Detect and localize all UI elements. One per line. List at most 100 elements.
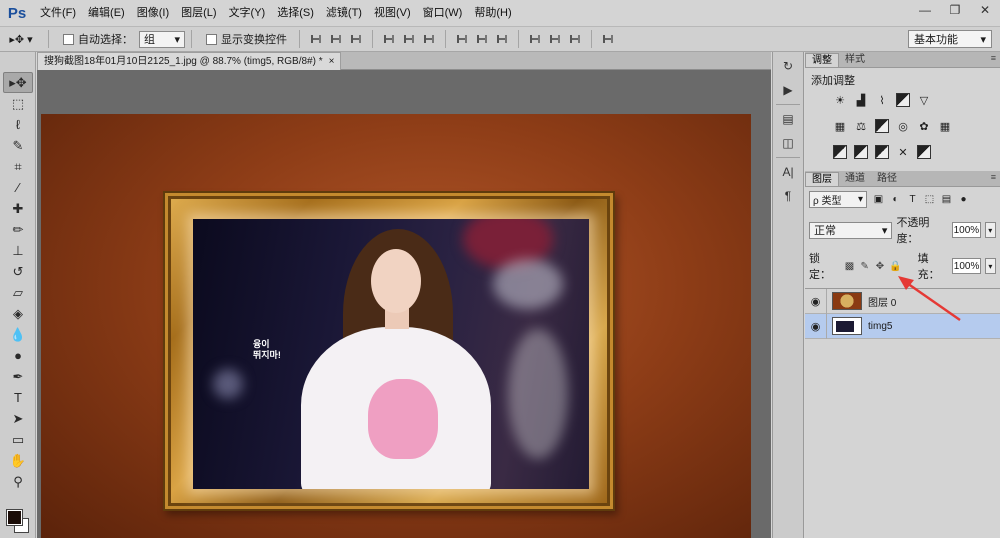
exposure-icon[interactable] <box>896 93 910 107</box>
tab-styles[interactable]: 样式 <box>839 53 871 67</box>
close-tab-icon[interactable]: × <box>329 53 335 70</box>
menu-file[interactable]: 文件(F) <box>34 0 82 27</box>
healing-brush-tool-icon[interactable]: ✚ <box>3 198 33 219</box>
menu-type[interactable]: 文字(Y) <box>223 0 272 27</box>
tab-adjustments[interactable]: 调整 <box>805 53 839 67</box>
levels-icon[interactable]: ▟ <box>854 93 868 107</box>
tab-paths[interactable]: 路径 <box>871 172 903 186</box>
hand-tool-icon[interactable]: ✋ <box>3 450 33 471</box>
quick-select-tool-icon[interactable]: ✎ <box>3 135 33 156</box>
adjustment-filter-icon[interactable]: ◐ <box>890 194 901 205</box>
foreground-color-swatch[interactable] <box>6 509 23 526</box>
eye-icon[interactable]: ◉ <box>805 288 827 314</box>
layer-comps-icon[interactable]: ▤ <box>777 109 799 129</box>
tab-channels[interactable]: 通道 <box>839 172 871 186</box>
align-hcenter-icon[interactable] <box>402 32 416 46</box>
align-vcenter-icon[interactable] <box>329 32 343 46</box>
minimize-button[interactable]: — <box>910 0 940 20</box>
opacity-field[interactable]: 100% <box>952 222 981 238</box>
distribute-vcenter-icon[interactable] <box>475 32 489 46</box>
color-lookup-icon[interactable]: ▦ <box>938 119 952 133</box>
lasso-tool-icon[interactable]: ℓ <box>3 114 33 135</box>
posterize-icon[interactable] <box>854 145 868 159</box>
crop-tool-icon[interactable]: ⌗ <box>3 156 33 177</box>
menu-select[interactable]: 选择(S) <box>271 0 320 27</box>
panel-menu-icon[interactable]: ≡ <box>991 53 996 63</box>
move-tool-preset-icon[interactable]: ▸✥ ▾ <box>0 29 42 50</box>
hue-saturation-icon[interactable]: ▦ <box>833 119 847 133</box>
photo-filter-icon[interactable]: ◎ <box>896 119 910 133</box>
auto-select-checkbox[interactable] <box>63 33 74 45</box>
invert-icon[interactable] <box>833 145 847 159</box>
align-left-icon[interactable] <box>382 32 396 46</box>
show-transform-checkbox[interactable] <box>206 33 217 45</box>
paragraph-icon[interactable]: ¶ <box>777 186 799 206</box>
filter-kind-dropdown[interactable]: ρ 类型 ▾ <box>809 191 867 208</box>
history-icon[interactable]: ↻ <box>777 56 799 76</box>
distribute-right-icon[interactable] <box>568 32 582 46</box>
tab-layers[interactable]: 图层 <box>805 172 839 186</box>
distribute-hcenter-icon[interactable] <box>548 32 562 46</box>
close-button[interactable]: ✕ <box>970 0 1000 20</box>
opacity-slider-toggle[interactable]: ▾ <box>984 222 996 238</box>
type-filter-icon[interactable]: T <box>907 194 918 205</box>
eye-icon[interactable]: ◉ <box>805 313 827 339</box>
restore-button[interactable]: ❐ <box>940 0 970 20</box>
pixel-filter-icon[interactable]: ▣ <box>873 194 884 205</box>
menu-view[interactable]: 视图(V) <box>368 0 417 27</box>
pen-tool-icon[interactable]: ✒ <box>3 366 33 387</box>
curves-icon[interactable]: ⌇ <box>875 93 889 107</box>
distribute-left-icon[interactable] <box>528 32 542 46</box>
fill-slider-toggle[interactable]: ▾ <box>984 258 997 274</box>
menu-layer[interactable]: 图层(L) <box>175 0 222 27</box>
align-bottom-icon[interactable] <box>349 32 363 46</box>
eraser-tool-icon[interactable]: ▱ <box>3 282 33 303</box>
panel-menu-icon[interactable]: ≡ <box>991 172 996 182</box>
clone-stamp-tool-icon[interactable]: ⊥ <box>3 240 33 261</box>
menu-filter[interactable]: 滤镜(T) <box>320 0 368 27</box>
smart-object-filter-icon[interactable]: ▤ <box>941 194 952 205</box>
history-brush-tool-icon[interactable]: ↺ <box>3 261 33 282</box>
shape-tool-icon[interactable]: ▭ <box>3 429 33 450</box>
color-balance-icon[interactable]: ⚖ <box>854 119 868 133</box>
paint-bucket-tool-icon[interactable]: ◈ <box>3 303 33 324</box>
shape-filter-icon[interactable]: ⬚ <box>924 194 935 205</box>
distribute-bottom-icon[interactable] <box>495 32 509 46</box>
menu-image[interactable]: 图像(I) <box>131 0 175 27</box>
dodge-tool-icon[interactable]: ● <box>3 345 33 366</box>
canvas[interactable]: 융이 뛰지마! <box>41 114 751 538</box>
filter-toggle-icon[interactable]: ● <box>958 194 969 205</box>
document-tab[interactable]: 搜狗截图18年01月10日2125_1.jpg @ 88.7% (timg5, … <box>37 52 342 70</box>
menu-help[interactable]: 帮助(H) <box>468 0 517 27</box>
character-icon[interactable]: A| <box>777 162 799 182</box>
align-top-icon[interactable] <box>309 32 323 46</box>
gradient-map-icon[interactable]: ✕ <box>896 145 910 159</box>
vibrance-icon[interactable]: ▽ <box>917 93 931 107</box>
zoom-tool-icon[interactable]: ⚲ <box>3 471 33 492</box>
auto-select-dropdown[interactable]: 组 ▾ <box>139 30 185 48</box>
brightness-icon[interactable]: ☀ <box>833 93 847 107</box>
workspace-dropdown[interactable]: 基本功能 ▾ <box>908 30 992 48</box>
brush-tool-icon[interactable]: ✏ <box>3 219 33 240</box>
toolbar-grip[interactable] <box>0 52 35 72</box>
lock-image-icon[interactable]: ✎ <box>859 260 870 272</box>
align-right-icon[interactable] <box>422 32 436 46</box>
channel-mixer-icon[interactable]: ✿ <box>917 119 931 133</box>
blend-mode-dropdown[interactable]: 正常 ▾ <box>809 221 893 239</box>
lock-position-icon[interactable]: ✥ <box>874 260 885 272</box>
move-tool-icon[interactable]: ▸✥ <box>3 72 33 93</box>
properties-icon[interactable]: ◫ <box>777 133 799 153</box>
black-white-icon[interactable] <box>875 119 889 133</box>
path-select-tool-icon[interactable]: ➤ <box>3 408 33 429</box>
lock-all-icon[interactable]: 🔒 <box>889 260 901 272</box>
eyedropper-tool-icon[interactable]: ⁄ <box>3 177 33 198</box>
lock-transparent-icon[interactable]: ▩ <box>844 260 855 272</box>
distribute-top-icon[interactable] <box>455 32 469 46</box>
auto-align-icon[interactable] <box>601 32 615 46</box>
menu-window[interactable]: 窗口(W) <box>417 0 469 27</box>
menu-edit[interactable]: 编辑(E) <box>82 0 131 27</box>
actions-icon[interactable]: ▶ <box>777 80 799 100</box>
marquee-tool-icon[interactable]: ⬚ <box>3 93 33 114</box>
type-tool-icon[interactable]: T <box>3 387 33 408</box>
threshold-icon[interactable] <box>875 145 889 159</box>
